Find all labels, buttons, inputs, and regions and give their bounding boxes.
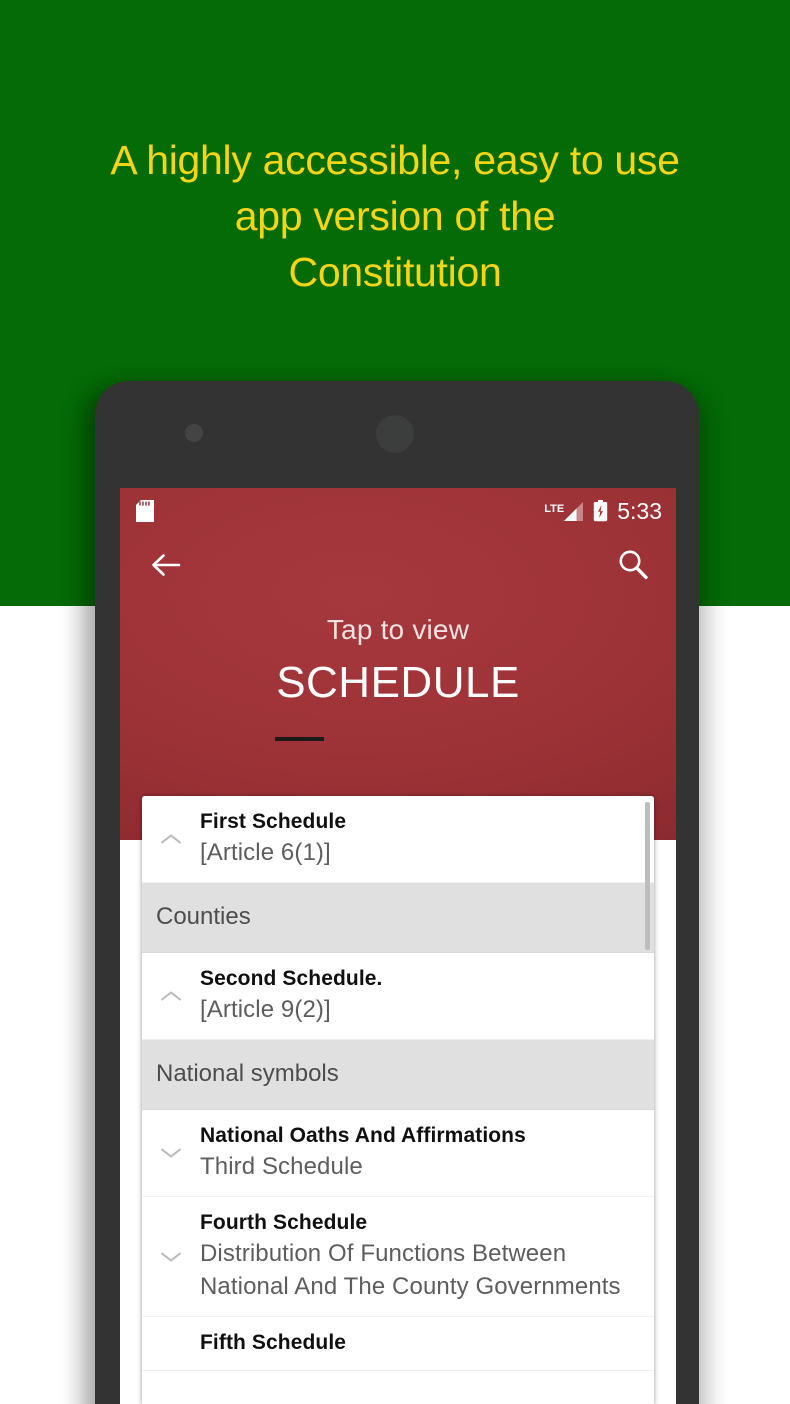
list-item-title: Fifth Schedule <box>200 1331 347 1354</box>
list-item-subtitle: [Article 6(1)] <box>200 839 331 866</box>
title-underline-rule <box>275 737 324 741</box>
camera-lens-icon <box>185 424 203 442</box>
battery-charging-icon <box>593 500 608 522</box>
list-item-text: Second Schedule. [Article 9(2)] <box>200 953 654 1039</box>
phone-screen: LTE 5:33 Tap to view SCHEDULE First Sche… <box>120 488 676 1404</box>
list-item-text: National Oaths And Affirmations Third Sc… <box>200 1110 654 1196</box>
list-item-text: First Schedule [Article 6(1)] <box>200 796 654 882</box>
arrow-left-icon <box>150 551 182 584</box>
search-button[interactable] <box>612 546 654 588</box>
list-item-title: Second Schedule. <box>200 967 383 990</box>
sd-card-icon <box>136 500 154 522</box>
list-subitem[interactable]: National symbols <box>142 1040 654 1110</box>
list-item-text: Fifth Schedule <box>200 1317 654 1370</box>
list-item[interactable]: National Oaths And Affirmations Third Sc… <box>142 1110 654 1197</box>
status-bar-clock: 5:33 <box>617 497 662 524</box>
status-bar-right: LTE 5:33 <box>544 498 662 525</box>
list-scrollbar[interactable] <box>645 796 652 1404</box>
list-item[interactable]: Second Schedule. [Article 9(2)] <box>142 953 654 1040</box>
list-item[interactable]: First Schedule [Article 6(1)] <box>142 796 654 883</box>
network-type-label: LTE <box>544 502 565 515</box>
status-bar-left <box>136 500 154 522</box>
promo-headline: A highly accessible, easy to use app ver… <box>110 137 680 295</box>
list-item-title: First Schedule <box>200 810 347 833</box>
screenshot-root: A highly accessible, easy to use app ver… <box>0 0 790 1404</box>
list-item-subtitle: [Article 9(2)] <box>200 996 331 1023</box>
status-bar: LTE 5:33 <box>120 488 676 534</box>
app-hero-header: LTE 5:33 Tap to view SCHEDULE <box>120 488 676 840</box>
app-toolbar <box>120 534 676 600</box>
list-item[interactable]: Fifth Schedule <box>142 1317 654 1371</box>
list-item-subtitle: Third Schedule <box>200 1153 363 1180</box>
chevron-down-icon[interactable] <box>142 1250 200 1264</box>
list-subitem-label: Counties <box>156 903 251 930</box>
chevron-up-icon[interactable] <box>142 832 200 846</box>
chevron-up-icon[interactable] <box>142 989 200 1003</box>
page-title: SCHEDULE <box>276 658 520 707</box>
network-indicator: LTE <box>544 501 584 522</box>
chevron-down-icon[interactable] <box>142 1146 200 1160</box>
list-item-title: National Oaths And Affirmations <box>200 1124 526 1147</box>
list-item-subtitle: Distribution Of Functions Between Nation… <box>200 1240 621 1300</box>
list-subitem[interactable]: Counties <box>142 883 654 953</box>
hero-eyebrow-label: Tap to view <box>326 614 470 645</box>
schedule-list-card: First Schedule [Article 6(1)] Counties S… <box>142 796 654 1404</box>
list-subitem-label: National symbols <box>156 1060 339 1087</box>
list-scrollbar-thumb[interactable] <box>645 802 650 950</box>
search-icon <box>616 548 650 587</box>
list-item-text: Fourth Schedule Distribution Of Function… <box>200 1197 654 1316</box>
back-button[interactable] <box>146 547 186 587</box>
list-item-title: Fourth Schedule <box>200 1211 368 1234</box>
list-item[interactable]: Fourth Schedule Distribution Of Function… <box>142 1197 654 1317</box>
earpiece-speaker-icon <box>376 415 414 453</box>
signal-bars-icon <box>563 501 584 522</box>
